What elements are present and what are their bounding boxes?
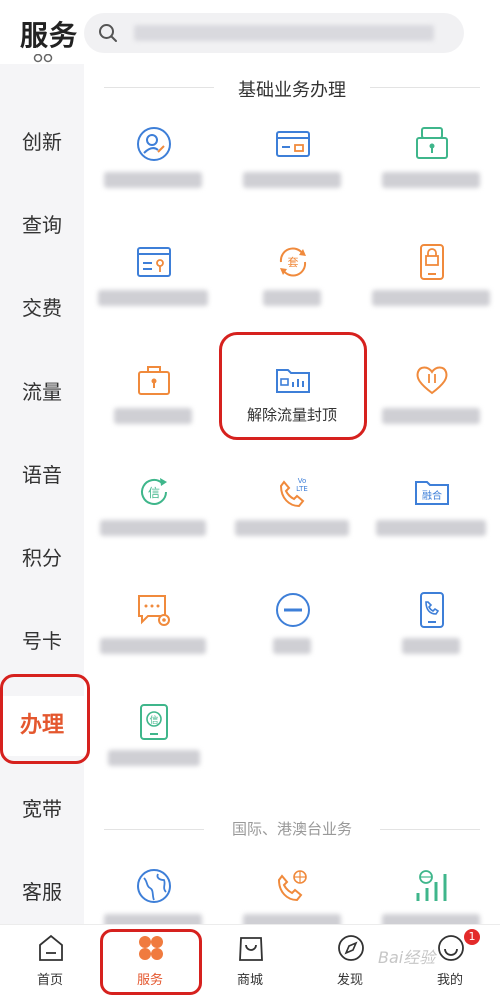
service-label-blurred bbox=[100, 520, 206, 536]
highlight-annotation bbox=[219, 332, 367, 440]
service-label-blurred bbox=[100, 638, 206, 654]
sidebar-item-payment[interactable]: 交费 bbox=[0, 278, 84, 338]
phone-lock-icon bbox=[420, 244, 444, 280]
svg-text:融合: 融合 bbox=[422, 489, 442, 502]
partial-category-icon bbox=[33, 54, 53, 63]
heart-transfer-icon bbox=[416, 366, 448, 395]
phone-callback-icon bbox=[420, 592, 444, 628]
service-label-blurred bbox=[243, 172, 341, 188]
service-item[interactable] bbox=[84, 592, 222, 682]
package-swap-icon: 套 bbox=[279, 247, 307, 277]
svg-text:LTE: LTE bbox=[296, 485, 308, 493]
profile-icon bbox=[438, 935, 464, 961]
card-key-icon bbox=[137, 247, 171, 277]
merge-folder-icon: 融合 bbox=[415, 481, 449, 505]
volte-phone-icon: Vo LTE bbox=[279, 477, 308, 508]
briefcase-lock-icon bbox=[138, 366, 170, 395]
nav-highlight-annotation bbox=[100, 929, 202, 995]
compass-icon bbox=[338, 935, 364, 961]
service-item[interactable] bbox=[84, 244, 222, 334]
shopping-bag-icon bbox=[239, 937, 263, 961]
service-item[interactable] bbox=[362, 592, 500, 682]
service-label-blurred bbox=[114, 408, 192, 424]
home-icon bbox=[39, 934, 63, 961]
service-label-blurred bbox=[104, 172, 202, 188]
service-item[interactable]: 融合 bbox=[362, 474, 500, 564]
service-item[interactable] bbox=[84, 868, 222, 924]
chat-settings-icon bbox=[138, 595, 170, 626]
svg-text:信: 信 bbox=[148, 486, 160, 500]
service-label-blurred bbox=[382, 408, 480, 424]
phone-globe-icon bbox=[277, 870, 307, 902]
service-item[interactable] bbox=[223, 868, 361, 924]
message-refresh-icon: 信 bbox=[141, 478, 167, 505]
section-title-basic: 基础业务办理 bbox=[84, 76, 500, 102]
service-label-blurred bbox=[243, 914, 341, 924]
svg-text:信: 信 bbox=[149, 714, 158, 726]
sidebar-item-broadband[interactable]: 宽带 bbox=[0, 779, 84, 839]
service-item[interactable] bbox=[362, 868, 500, 924]
service-label-blurred bbox=[263, 290, 321, 306]
service-item[interactable] bbox=[84, 126, 222, 216]
service-label-blurred bbox=[376, 520, 486, 536]
category-sidebar: 创新 查询 交费 流量 语音 积分 号卡 办理 宽带 客服 bbox=[0, 54, 90, 924]
service-label-blurred bbox=[382, 914, 480, 924]
service-label-blurred bbox=[402, 638, 460, 654]
svg-text:套: 套 bbox=[288, 256, 299, 269]
service-grid: 基础业务办理 套 解除流量封顶 信 Vo LTE 融合 信 国际、港澳台业务 bbox=[84, 64, 500, 924]
service-label-blurred bbox=[273, 638, 311, 654]
nav-mall[interactable]: 商城 bbox=[200, 925, 300, 998]
sim-lock-icon bbox=[416, 127, 448, 159]
search-icon bbox=[99, 24, 117, 42]
service-label-blurred bbox=[108, 750, 200, 766]
tablet-message-icon: 信 bbox=[140, 704, 168, 740]
sidebar-item-points[interactable]: 积分 bbox=[0, 528, 84, 588]
card-lock-icon bbox=[276, 131, 310, 157]
sidebar-item-customer-service[interactable]: 客服 bbox=[0, 862, 84, 922]
service-item[interactable]: 套 bbox=[223, 244, 361, 334]
sidebar-item-innovation[interactable]: 创新 bbox=[0, 112, 84, 172]
service-label-blurred bbox=[235, 520, 349, 536]
sidebar-item-voice[interactable]: 语音 bbox=[0, 445, 84, 505]
service-label-blurred bbox=[104, 914, 202, 924]
service-item[interactable] bbox=[362, 362, 500, 452]
service-item[interactable] bbox=[362, 126, 500, 216]
notification-badge: 1 bbox=[464, 929, 480, 945]
service-item[interactable]: 信 bbox=[84, 704, 222, 794]
svg-text:Vo: Vo bbox=[298, 477, 307, 485]
globe-icon bbox=[137, 869, 171, 903]
sidebar-item-data[interactable]: 流量 bbox=[0, 362, 84, 422]
globe-signal-icon bbox=[416, 870, 447, 901]
service-item[interactable] bbox=[223, 126, 361, 216]
nav-home[interactable]: 首页 bbox=[0, 925, 100, 998]
service-label-blurred bbox=[382, 172, 480, 188]
search-input[interactable] bbox=[84, 13, 464, 53]
sidebar-item-sim-card[interactable]: 号卡 bbox=[0, 611, 84, 671]
service-item[interactable] bbox=[362, 244, 500, 334]
service-label-blurred bbox=[372, 290, 490, 306]
service-item[interactable]: 信 bbox=[84, 474, 222, 564]
service-item[interactable] bbox=[223, 592, 361, 682]
service-label-blurred bbox=[98, 290, 208, 306]
section-title-international: 国际、港澳台业务 bbox=[84, 818, 500, 839]
watermark: Bai经验 bbox=[378, 948, 436, 967]
sidebar-item-handle[interactable]: 办理 bbox=[0, 674, 90, 764]
service-item[interactable]: Vo LTE bbox=[223, 474, 361, 564]
sidebar-item-query[interactable]: 查询 bbox=[0, 195, 84, 255]
search-placeholder-blurred bbox=[134, 25, 434, 41]
minus-circle-icon bbox=[276, 593, 310, 627]
page-title: 服务 bbox=[20, 19, 79, 52]
header: 服务 bbox=[0, 0, 500, 64]
service-item[interactable] bbox=[84, 362, 222, 452]
user-edit-icon bbox=[137, 127, 171, 161]
